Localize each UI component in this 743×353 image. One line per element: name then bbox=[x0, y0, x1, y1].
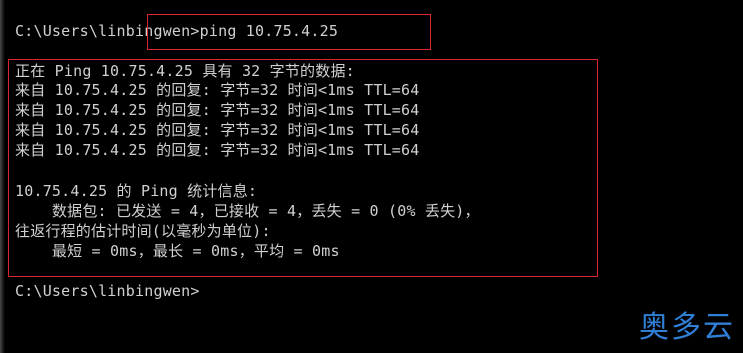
output-highlight-box bbox=[8, 59, 598, 277]
watermark-logo: 奥多云 bbox=[639, 310, 735, 345]
window-left-edge bbox=[0, 0, 5, 353]
prompt-line: C:\Users\linbingwen> bbox=[15, 282, 200, 300]
command-highlight-box bbox=[147, 14, 431, 50]
